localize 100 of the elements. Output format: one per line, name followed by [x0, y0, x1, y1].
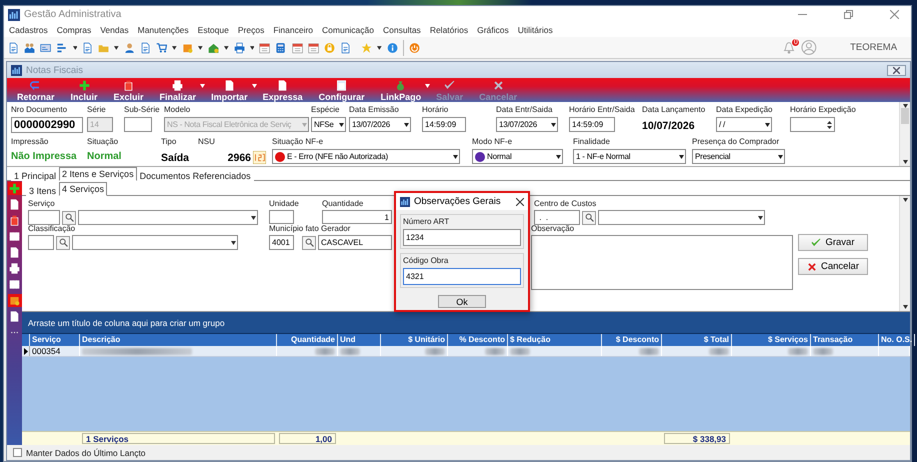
blurred-value	[340, 348, 360, 354]
form-button[interactable]: Gravar	[798, 234, 868, 251]
dropdown-field[interactable]	[598, 210, 765, 225]
calendar-icon	[292, 42, 303, 54]
menu-item[interactable]: Manutenções	[138, 25, 189, 35]
code-field[interactable]	[28, 210, 60, 225]
close-button[interactable]	[887, 64, 906, 76]
menu-item[interactable]: Gráficos	[477, 25, 509, 35]
toolbar-button[interactable]: LinkPago	[376, 78, 426, 102]
side-toolbar-button[interactable]	[8, 294, 22, 307]
document-number-field[interactable]: 0000002990	[11, 117, 83, 133]
caret-icon[interactable]	[902, 305, 908, 309]
caret-icon[interactable]	[404, 122, 409, 126]
toolbar-button[interactable]: Configurar	[314, 78, 369, 102]
side-toolbar-button[interactable]	[8, 198, 22, 211]
caret-icon[interactable]	[114, 46, 120, 50]
caret-icon[interactable]	[765, 122, 770, 126]
caret-icon[interactable]	[758, 216, 763, 220]
dropdown-field[interactable]: E - Erro (NFE não Autorizada)	[272, 149, 460, 164]
side-toolbar-button[interactable]	[8, 214, 22, 227]
toolbar-button[interactable]: Expressa	[258, 78, 307, 102]
toolbar-button[interactable]: Excluir	[110, 78, 148, 102]
search-icon	[64, 213, 74, 222]
caret-icon[interactable]	[551, 122, 556, 126]
dropdown-field[interactable]: 1 - NF-e Normal	[573, 149, 686, 164]
toolbar-button[interactable]: Finalizar	[156, 78, 200, 102]
people-icon	[24, 42, 36, 54]
caret-icon[interactable]	[72, 46, 78, 50]
check-icon	[444, 80, 456, 91]
document-icon	[140, 42, 152, 54]
scrollbar[interactable]	[899, 102, 910, 166]
side-toolbar-button[interactable]	[8, 246, 22, 259]
caret-icon[interactable]	[778, 154, 783, 158]
text-field[interactable]: 4321	[403, 268, 521, 285]
menu-item[interactable]: Relatórios	[430, 25, 468, 35]
text-field[interactable]: 14:59:09	[569, 117, 615, 132]
dropdown-field[interactable]: Presencial	[692, 149, 785, 164]
menu-item[interactable]: Utilitários	[518, 25, 553, 35]
text-field[interactable]: CASCAVEL	[318, 235, 392, 250]
close-icon[interactable]	[516, 198, 524, 206]
quantity-field[interactable]: 1	[322, 210, 392, 224]
scrollbar[interactable]	[899, 196, 910, 311]
menu-item[interactable]: Estoque	[198, 25, 229, 35]
form-button[interactable]: Cancelar	[798, 258, 868, 275]
spin-arrows-icon[interactable]	[827, 120, 832, 130]
caret-icon[interactable]	[377, 46, 382, 50]
dropdown-field[interactable]	[78, 210, 258, 225]
caret-icon[interactable]	[224, 46, 229, 50]
dropdown-field[interactable]: 13/07/2026	[349, 117, 411, 132]
menu-item[interactable]: Preços	[238, 25, 264, 35]
tab[interactable]: 2 Itens e Serviços	[59, 167, 137, 181]
field-label: Situação NF-e	[272, 137, 324, 147]
text-field[interactable]: 1234	[403, 229, 521, 246]
dropdown-field[interactable]	[72, 235, 238, 250]
menu-item[interactable]: Comunicação	[322, 25, 374, 35]
caret-icon[interactable]	[172, 46, 178, 50]
tab[interactable]: 4 Serviços	[59, 182, 108, 196]
dropdown-field[interactable]: Normal	[472, 149, 563, 164]
code-field[interactable]: . .	[534, 210, 580, 225]
menu-item[interactable]: Financeiro	[273, 25, 314, 35]
side-toolbar-button[interactable]	[8, 262, 22, 275]
search-button[interactable]	[62, 210, 76, 224]
blurred-value	[709, 348, 729, 354]
caret-icon[interactable]	[198, 46, 203, 50]
menu-item[interactable]: Vendas	[100, 25, 129, 35]
side-toolbar-button[interactable]	[8, 230, 22, 243]
menu-item[interactable]: Consultas	[383, 25, 421, 35]
dropdown-field[interactable]: / /	[716, 117, 772, 132]
code-field[interactable]	[28, 235, 54, 250]
search-button[interactable]	[302, 236, 316, 250]
dropdown-field[interactable]: 13/07/2026	[496, 117, 558, 132]
caret-icon[interactable]	[902, 198, 908, 202]
toolbar-button[interactable]: Incluir	[66, 78, 102, 102]
text-field[interactable]	[269, 210, 294, 224]
caret-icon[interactable]	[453, 154, 458, 158]
close-icon	[890, 10, 898, 19]
caret-icon[interactable]	[251, 216, 256, 220]
caret-icon[interactable]	[679, 154, 684, 158]
text-field[interactable]: 14:59:09	[422, 117, 466, 132]
menu-item[interactable]: Compras	[56, 25, 92, 35]
caret-icon[interactable]	[902, 160, 908, 164]
menu-item[interactable]: Cadastros	[9, 25, 48, 35]
code-field[interactable]: 4001	[269, 235, 294, 250]
ok-button[interactable]: Ok	[438, 295, 486, 308]
spin-field[interactable]	[790, 117, 835, 132]
checkbox[interactable]	[13, 448, 22, 457]
text-field[interactable]	[124, 117, 152, 132]
caret-icon[interactable]	[231, 240, 236, 244]
search-button[interactable]	[582, 210, 596, 224]
side-toolbar-button[interactable]	[8, 310, 22, 323]
dropdown-field[interactable]: NFSe	[311, 117, 346, 132]
caret-icon[interactable]	[556, 154, 561, 158]
search-button[interactable]	[56, 236, 70, 250]
side-toolbar-button[interactable]	[8, 278, 22, 291]
notes-field[interactable]	[531, 235, 793, 290]
caret-icon[interactable]	[250, 46, 254, 50]
toolbar-button[interactable]: Retornar	[13, 78, 59, 102]
toolbar-button[interactable]: Importar	[207, 78, 252, 102]
blurred-value	[485, 348, 505, 354]
caret-icon[interactable]	[339, 122, 344, 126]
